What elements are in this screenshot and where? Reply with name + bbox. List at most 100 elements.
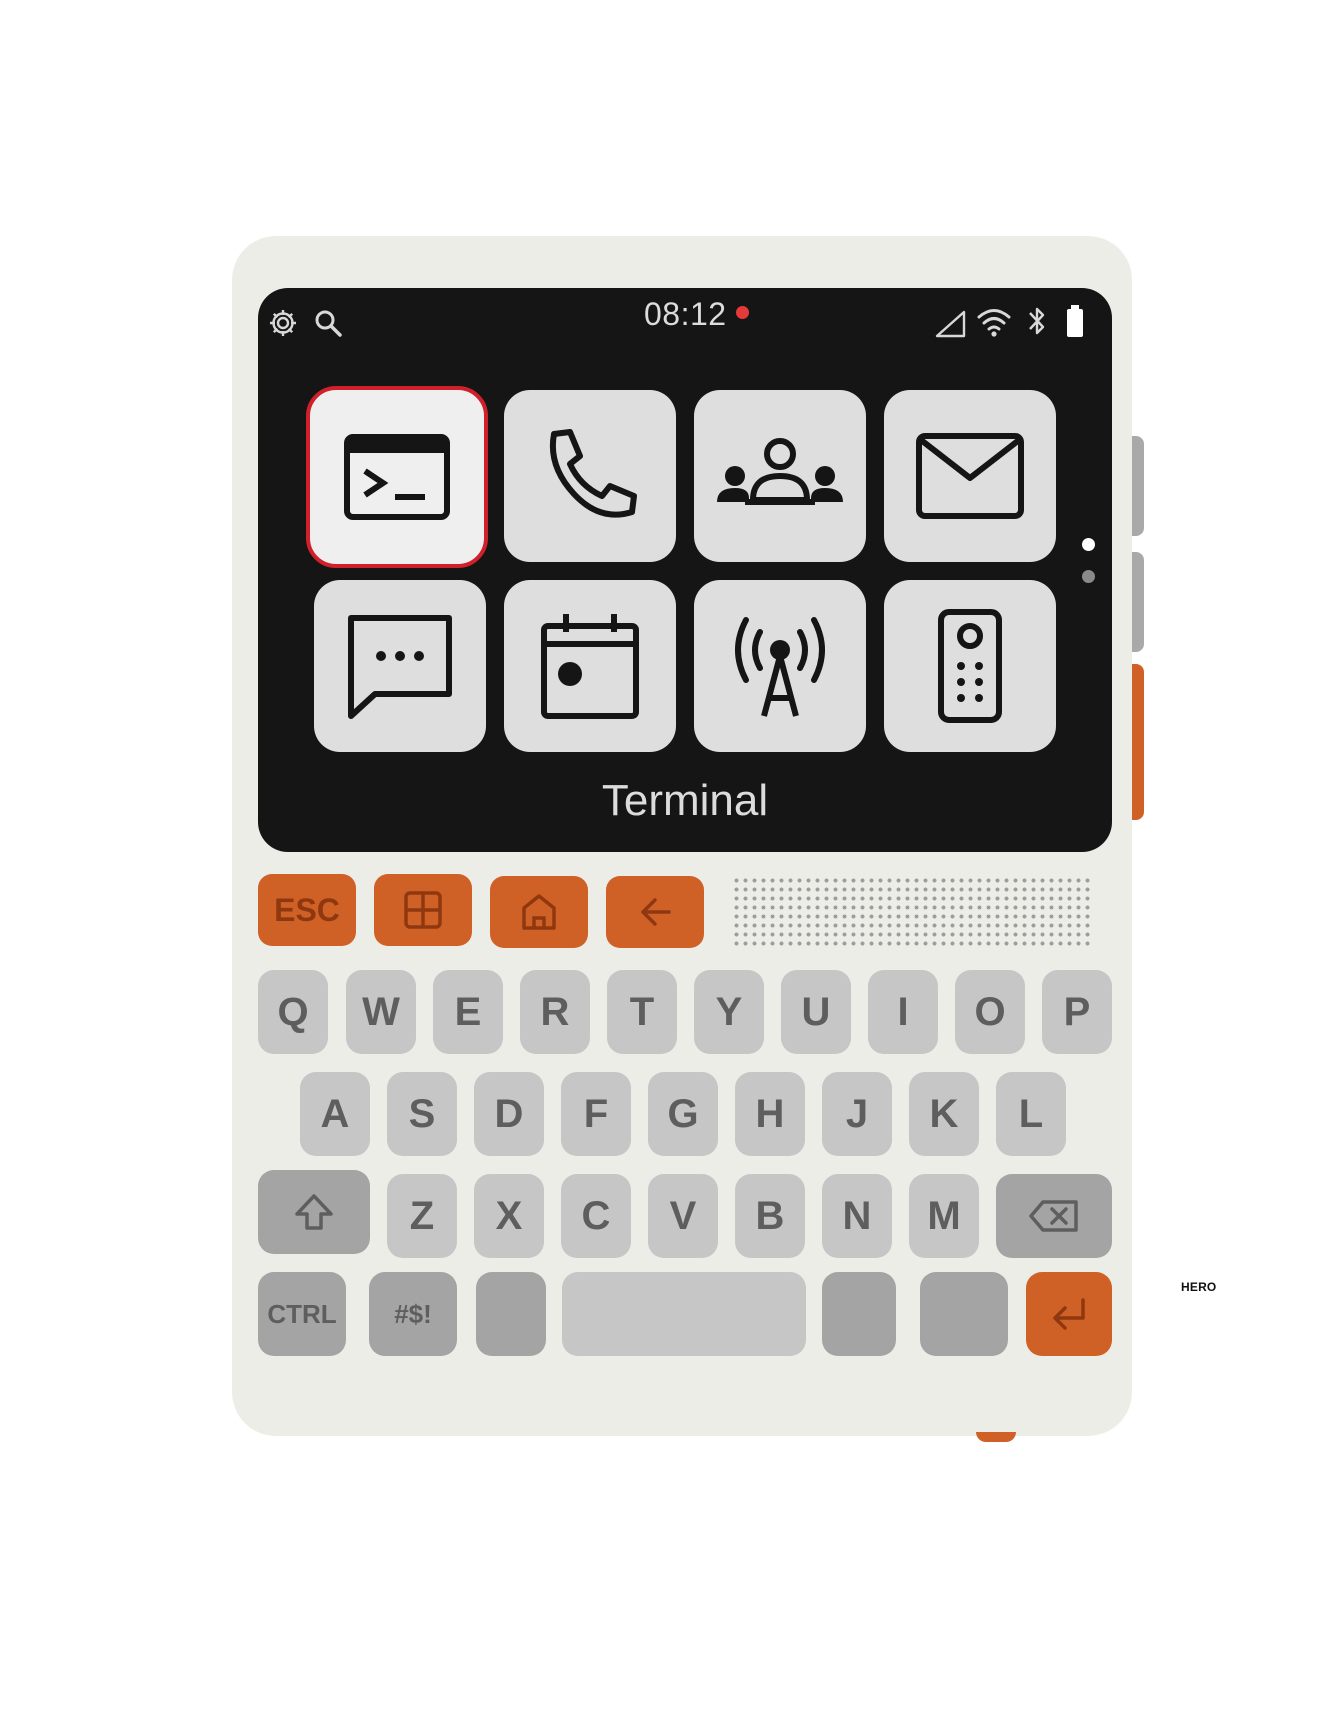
- key-f[interactable]: F: [561, 1072, 631, 1156]
- app-terminal[interactable]: [306, 386, 488, 568]
- key-r[interactable]: R: [520, 970, 590, 1054]
- app-radio[interactable]: [694, 580, 866, 752]
- side-button-volume-up[interactable]: [1132, 436, 1144, 536]
- key-a[interactable]: A: [300, 1072, 370, 1156]
- mail-icon: [916, 433, 1024, 519]
- key-h[interactable]: H: [735, 1072, 805, 1156]
- key-label: J: [845, 1091, 869, 1136]
- app-remote[interactable]: [884, 580, 1056, 752]
- blank-key-2[interactable]: [822, 1272, 896, 1356]
- key-label: F: [583, 1091, 609, 1136]
- key-v[interactable]: V: [648, 1174, 718, 1258]
- backspace-key[interactable]: [996, 1174, 1112, 1258]
- app-messages[interactable]: [314, 580, 486, 752]
- symbols-key-label: #$!: [394, 1298, 432, 1329]
- key-d[interactable]: D: [474, 1072, 544, 1156]
- key-t[interactable]: T: [607, 970, 677, 1054]
- key-label: Q: [277, 989, 309, 1034]
- key-x[interactable]: X: [474, 1174, 544, 1258]
- key-n[interactable]: N: [822, 1174, 892, 1258]
- contacts-icon: [717, 438, 843, 505]
- key-label: N: [842, 1193, 872, 1238]
- key-e[interactable]: E: [433, 970, 503, 1054]
- key-label: C: [581, 1193, 611, 1238]
- settings-icon[interactable]: [268, 308, 298, 338]
- side-button-volume-down[interactable]: [1132, 552, 1144, 652]
- key-label: I: [897, 989, 909, 1034]
- app-calendar[interactable]: [504, 580, 676, 752]
- grid-icon: [404, 891, 442, 929]
- key-label: A: [320, 1091, 350, 1136]
- blank-key-1[interactable]: [476, 1272, 546, 1356]
- key-i[interactable]: I: [868, 970, 938, 1054]
- ctrl-key-label: CTRL: [267, 1298, 337, 1329]
- key-u[interactable]: U: [781, 970, 851, 1054]
- key-label: W: [362, 989, 400, 1034]
- key-label: G: [667, 1091, 699, 1136]
- key-y[interactable]: Y: [694, 970, 764, 1054]
- esc-key[interactable]: ESC: [258, 874, 356, 946]
- messages-icon: [348, 615, 452, 719]
- ctrl-key[interactable]: CTRL: [258, 1272, 346, 1356]
- key-p[interactable]: P: [1042, 970, 1112, 1054]
- key-m[interactable]: M: [909, 1174, 979, 1258]
- app-phone[interactable]: [504, 390, 676, 562]
- radio-tower-icon: [735, 617, 825, 717]
- key-label: V: [669, 1193, 697, 1238]
- esc-key-label: ESC: [274, 891, 340, 928]
- bluetooth-icon: [1026, 304, 1048, 338]
- key-label: H: [755, 1091, 785, 1136]
- key-label: K: [929, 1091, 959, 1136]
- key-s[interactable]: S: [387, 1072, 457, 1156]
- hero-label: HERO: [1181, 1280, 1217, 1294]
- space-key[interactable]: [562, 1272, 806, 1356]
- page-dot-2[interactable]: [1082, 570, 1095, 583]
- blank-key-3[interactable]: [920, 1272, 1008, 1356]
- wifi-icon: [976, 306, 1012, 338]
- key-c[interactable]: C: [561, 1174, 631, 1258]
- enter-key[interactable]: [1026, 1272, 1112, 1356]
- key-o[interactable]: O: [955, 970, 1025, 1054]
- symbols-key[interactable]: #$!: [369, 1272, 457, 1356]
- bottom-tab: [976, 1432, 1016, 1442]
- remote-control-icon: [938, 609, 1002, 723]
- key-g[interactable]: G: [648, 1072, 718, 1156]
- app-mail[interactable]: [884, 390, 1056, 562]
- page-dot-1[interactable]: [1082, 538, 1095, 551]
- key-label: T: [629, 989, 655, 1034]
- grid-key[interactable]: [374, 874, 472, 946]
- backspace-icon: [1029, 1200, 1078, 1232]
- terminal-icon: [344, 434, 450, 520]
- key-j[interactable]: J: [822, 1072, 892, 1156]
- key-label: M: [927, 1193, 961, 1238]
- key-z[interactable]: Z: [387, 1174, 457, 1258]
- app-contacts[interactable]: [694, 390, 866, 562]
- shift-icon: [295, 1194, 333, 1230]
- selected-app-name: Terminal: [601, 776, 769, 825]
- key-k[interactable]: K: [909, 1072, 979, 1156]
- key-label: P: [1063, 989, 1091, 1034]
- key-b[interactable]: B: [735, 1174, 805, 1258]
- cellular-signal-icon: [934, 310, 966, 338]
- key-label: X: [495, 1193, 523, 1238]
- key-label: D: [494, 1091, 524, 1136]
- screen: 08:12 Terminal: [258, 288, 1112, 852]
- back-arrow-icon: [641, 898, 671, 926]
- speaker-grille: [732, 876, 1090, 948]
- key-label: Z: [409, 1193, 435, 1238]
- key-l[interactable]: L: [996, 1072, 1066, 1156]
- back-key[interactable]: [606, 876, 704, 948]
- home-key[interactable]: [490, 876, 588, 948]
- key-label: B: [755, 1193, 785, 1238]
- shift-key[interactable]: [258, 1170, 370, 1254]
- enter-icon: [1053, 1298, 1085, 1330]
- key-q[interactable]: Q: [258, 970, 328, 1054]
- key-label: U: [801, 989, 831, 1034]
- side-button-power[interactable]: [1132, 664, 1144, 820]
- key-w[interactable]: W: [346, 970, 416, 1054]
- battery-icon: [1066, 304, 1084, 338]
- key-label: E: [454, 989, 482, 1034]
- key-label: L: [1018, 1091, 1044, 1136]
- key-label: O: [974, 989, 1006, 1034]
- search-icon[interactable]: [313, 308, 343, 338]
